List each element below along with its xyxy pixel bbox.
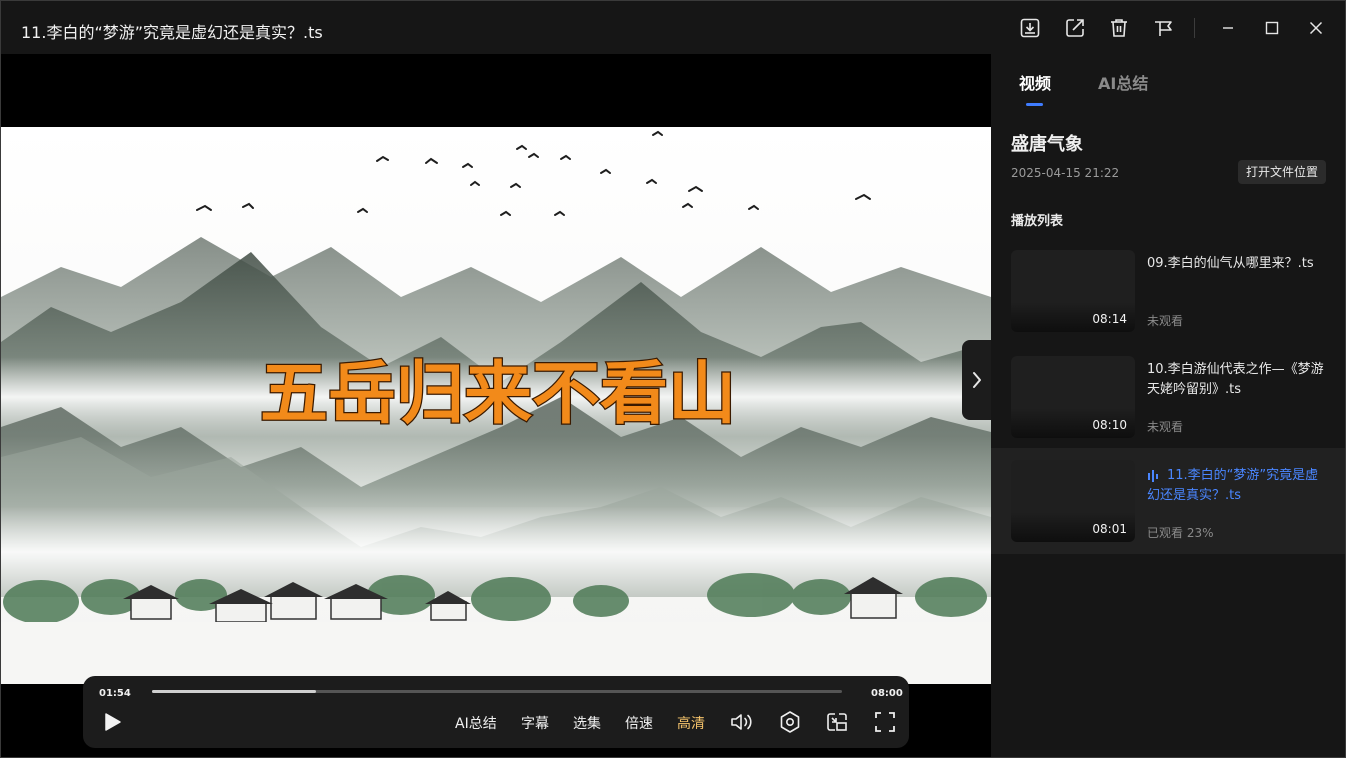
- speed-button[interactable]: 倍速: [625, 713, 653, 733]
- video-duration: 08:14: [1092, 312, 1127, 326]
- tab-ai-summary[interactable]: AI总结: [1098, 70, 1148, 94]
- playlist-item[interactable]: 08:14 09.李白的仙气从哪里来？.ts 未观看: [991, 242, 1345, 348]
- video-name-active: 11.李白的“梦游”究竟是虚幻还是真实？.ts: [1147, 466, 1329, 506]
- volume-icon[interactable]: [729, 710, 755, 734]
- watch-status: 未观看: [1147, 314, 1184, 328]
- player-window: 11.李白的“梦游”究竟是虚幻还是真实？.ts 五岳归来不看山 01:54 08…: [0, 0, 1346, 758]
- progress-fill: [152, 690, 316, 693]
- folder-date: 2025-04-15 21:22: [1011, 166, 1120, 180]
- chevron-right-icon: [973, 372, 981, 388]
- fullscreen-icon[interactable]: [872, 710, 898, 734]
- close-icon[interactable]: [1303, 15, 1329, 41]
- video-thumbnail: 08:14: [1011, 250, 1135, 332]
- maximize-icon[interactable]: [1259, 15, 1285, 41]
- pin-icon[interactable]: [1150, 15, 1176, 41]
- subtitle-button[interactable]: 字幕: [521, 713, 549, 733]
- title-bar: 11.李白的“梦游”究竟是虚幻还是真实？.ts: [1, 1, 1345, 54]
- quality-button[interactable]: 高清: [677, 713, 705, 733]
- settings-icon[interactable]: [777, 710, 803, 734]
- watch-status: 已观看 23%: [1147, 526, 1214, 540]
- video-area[interactable]: 五岳归来不看山: [1, 54, 991, 757]
- collapse-sidebar-button[interactable]: [962, 340, 992, 420]
- ai-summary-button[interactable]: AI总结: [455, 713, 497, 733]
- total-time: 08:00: [871, 688, 903, 699]
- episodes-button[interactable]: 选集: [573, 713, 601, 733]
- active-tab-indicator: [1026, 103, 1043, 106]
- video-thumbnail: 08:01: [1011, 460, 1135, 542]
- video-name-text: 11.李白的“梦游”究竟是虚幻还是真实？.ts: [1147, 468, 1319, 503]
- side-panel: 视频 AI总结 盛唐气象 2025-04-15 21:22 打开文件位置 播放列…: [991, 54, 1345, 757]
- folder-name: 盛唐气象: [1011, 134, 1083, 155]
- playlist-item[interactable]: 08:10 10.李白游仙代表之作—《梦游天姥吟留别》.ts 未观看: [991, 348, 1345, 454]
- video-duration: 08:01: [1092, 522, 1127, 536]
- video-caption: 五岳归来不看山: [259, 354, 738, 436]
- watch-status: 未观看: [1147, 420, 1184, 434]
- video-name: 10.李白游仙代表之作—《梦游天姥吟留别》.ts: [1147, 362, 1324, 397]
- video-frame[interactable]: 五岳归来不看山: [1, 127, 991, 684]
- delete-icon[interactable]: [1106, 15, 1132, 41]
- progress-bar[interactable]: [152, 690, 842, 693]
- play-button[interactable]: [101, 711, 125, 733]
- tab-video[interactable]: 视频: [1019, 70, 1051, 94]
- playlist-item-active[interactable]: 08:01 11.李白的“梦游”究竟是虚幻还是真实？.ts 已观看 23%: [991, 448, 1345, 554]
- caption-text: 五岳归来不看山: [260, 355, 736, 434]
- open-file-location-button[interactable]: 打开文件位置: [1238, 160, 1326, 184]
- video-thumbnail: 08:10: [1011, 356, 1135, 438]
- play-icon: [105, 713, 121, 731]
- minimize-icon[interactable]: [1215, 15, 1241, 41]
- playback-controls: 01:54 08:00 AI总结 字幕 选集 倍速 高清: [83, 676, 909, 748]
- video-name: 09.李白的仙气从哪里来？.ts: [1147, 256, 1314, 271]
- open-external-icon[interactable]: [1062, 15, 1088, 41]
- picture-in-picture-icon[interactable]: [824, 710, 850, 734]
- video-duration: 08:10: [1092, 418, 1127, 432]
- download-icon[interactable]: [1017, 15, 1043, 41]
- playlist-title: 播放列表: [1011, 214, 1064, 229]
- now-playing-icon: [1148, 469, 1158, 482]
- title-bar-separator: [1194, 18, 1195, 38]
- current-time: 01:54: [99, 688, 131, 699]
- window-title: 11.李白的“梦游”究竟是虚幻还是真实？.ts: [21, 23, 323, 42]
